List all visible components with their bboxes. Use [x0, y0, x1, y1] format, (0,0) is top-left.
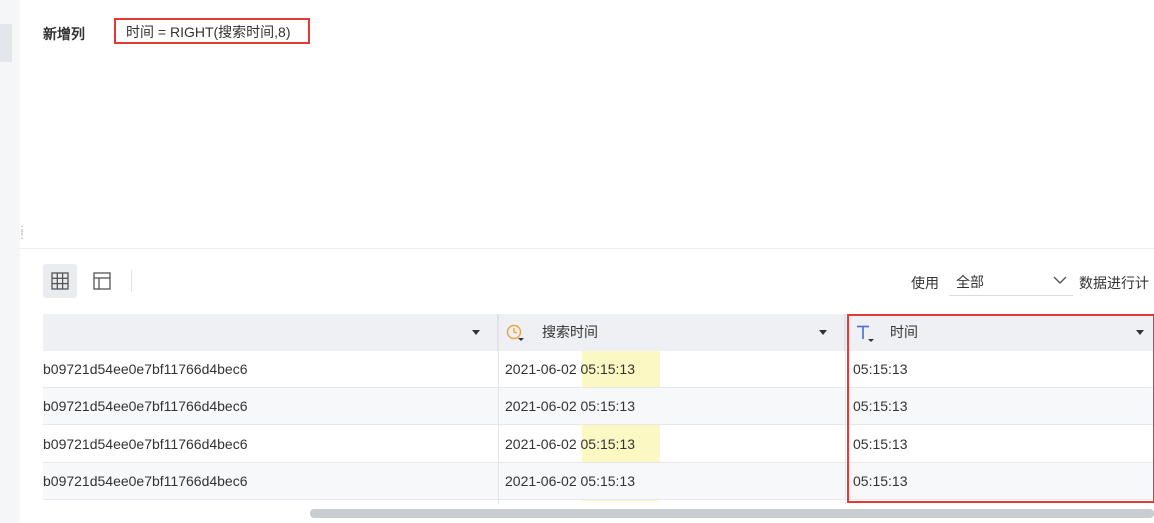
grid-view-button[interactable]	[43, 264, 77, 298]
table-cell: 2021-06-02 05:15:13	[505, 398, 635, 414]
grid-view-icon	[51, 272, 69, 290]
left-rail-tab[interactable]	[0, 24, 12, 62]
panel-divider	[20, 248, 1154, 249]
use-select-value: 全部	[956, 274, 984, 290]
layout-view-button[interactable]	[85, 264, 119, 298]
table-cell: 2021-06-02 05:15:13	[505, 436, 635, 452]
chevron-down-icon	[1053, 276, 1067, 284]
table-cell: b09721d54ee0e7bf11766d4bec6	[43, 436, 248, 452]
clock-icon	[506, 324, 524, 341]
column-divider	[498, 314, 499, 504]
use-label: 使用	[911, 275, 939, 291]
column-header-label: 搜索时间	[542, 324, 598, 340]
formula-expression[interactable]: 时间 = RIGHT(搜索时间,8)	[114, 18, 310, 44]
new-column-highlight	[847, 314, 1154, 503]
table-cell: b09721d54ee0e7bf11766d4bec6	[43, 361, 248, 377]
formula-label: 新增列	[43, 26, 85, 42]
column-menu-caret-icon[interactable]	[472, 330, 480, 335]
column-menu-caret-icon[interactable]	[819, 330, 827, 335]
table-cell: b09721d54ee0e7bf11766d4bec6	[43, 473, 248, 489]
column-divider	[845, 314, 846, 504]
use-select[interactable]: 全部	[949, 266, 1073, 296]
toolbar-separator	[131, 270, 132, 292]
table-cell: b09721d54ee0e7bf11766d4bec6	[43, 398, 248, 414]
left-rail	[0, 0, 20, 523]
column-header-2[interactable]: 搜索时间	[498, 314, 845, 351]
layout-view-icon	[93, 272, 111, 290]
column-header-1[interactable]	[43, 314, 498, 351]
calc-label: 数据进行计	[1079, 275, 1149, 291]
table-cell: 2021-06-02 05:15:13	[505, 361, 635, 377]
resize-grip-icon[interactable]: ⋮ ⋮	[17, 226, 27, 244]
horizontal-scrollbar[interactable]	[310, 509, 1154, 518]
table-cell: 2021-06-02 05:15:13	[505, 473, 635, 489]
